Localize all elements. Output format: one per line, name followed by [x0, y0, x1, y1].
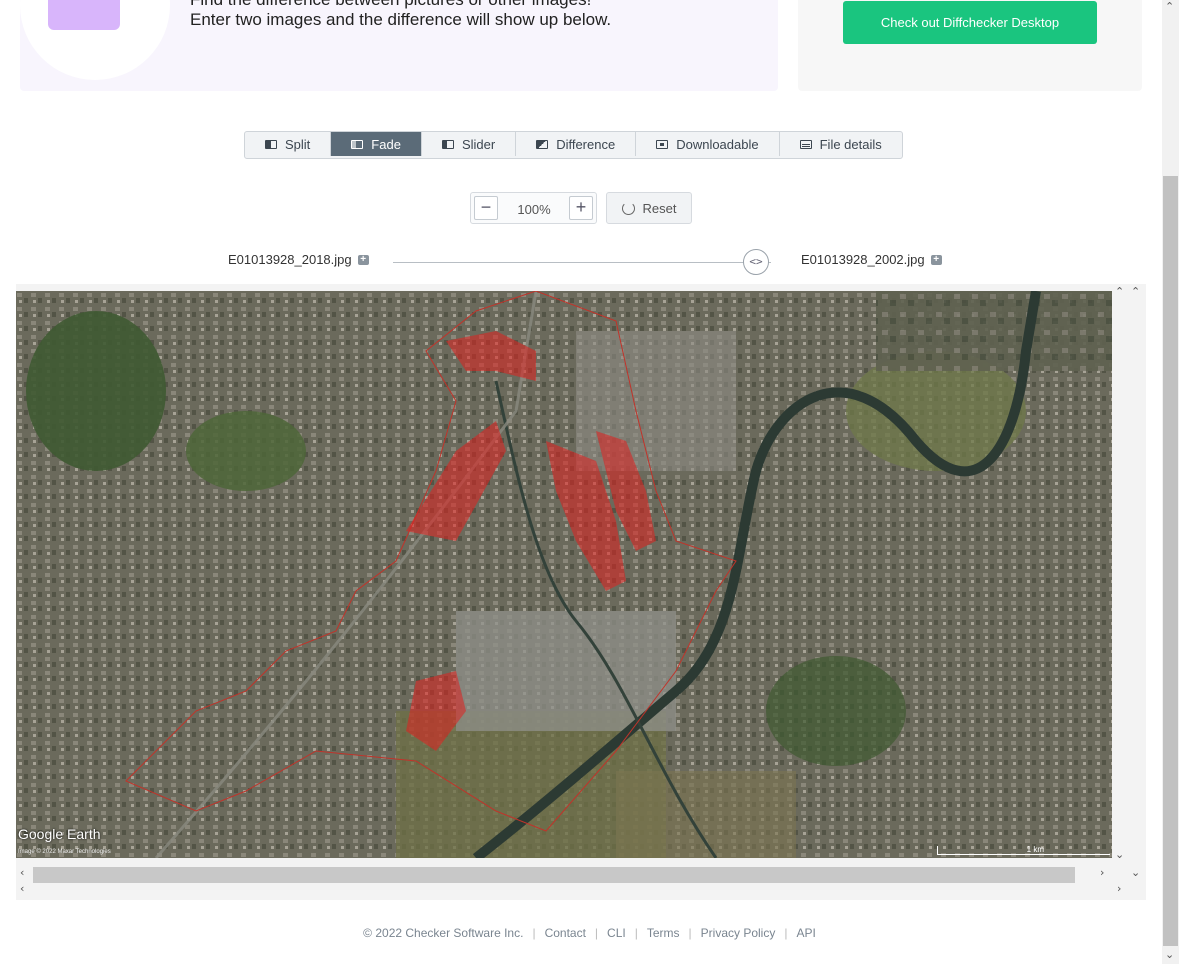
tab-label: File details — [819, 136, 882, 152]
slider-view-icon — [441, 139, 454, 149]
footer-link-api[interactable]: API — [787, 926, 824, 940]
tab-label: Difference — [556, 136, 616, 152]
page-scrollbar-thumb[interactable] — [1163, 176, 1178, 946]
tab-slider[interactable]: Slider — [422, 132, 517, 156]
image-icon-front — [48, 0, 120, 30]
google-earth-logo: Google Earth — [18, 826, 101, 842]
scroll-left-icon[interactable]: ‹ — [20, 866, 24, 879]
scroll-up-icon[interactable]: ⌃ — [1165, 0, 1174, 13]
satellite-image — [16, 291, 1112, 858]
add-file-icon[interactable]: + — [357, 254, 369, 265]
tab-difference[interactable]: Difference — [516, 132, 637, 156]
copyright-text: © 2022 Checker Software Inc. — [363, 926, 524, 940]
reset-zoom-button[interactable]: Reset — [606, 192, 692, 224]
footer-link-cli[interactable]: CLI — [598, 926, 635, 940]
hero-line-1: Find the difference between pictures or … — [190, 0, 611, 10]
tab-label: Downloadable — [676, 136, 759, 152]
zoom-out-button[interactable]: − — [474, 196, 498, 220]
footer-link-terms[interactable]: Terms — [638, 926, 689, 940]
scroll-right-icon[interactable]: › — [1100, 866, 1104, 879]
horizontal-scrollbar[interactable] — [33, 867, 1075, 883]
tab-label: Split — [285, 136, 311, 152]
footer-link-contact[interactable]: Contact — [536, 926, 595, 940]
scroll-up-icon[interactable]: ⌃ — [1131, 285, 1140, 298]
downloadable-view-icon — [656, 139, 669, 149]
reset-label: Reset — [642, 200, 677, 216]
footer-link-privacy[interactable]: Privacy Policy — [692, 926, 785, 940]
desktop-cta-button[interactable]: Check out Diffchecker Desktop — [843, 1, 1097, 44]
fade-slider-track[interactable] — [393, 262, 771, 263]
zoom-level: 100% — [517, 202, 551, 217]
zoom-in-button[interactable]: + — [569, 196, 593, 220]
hero-description: Find the difference between pictures or … — [190, 0, 611, 30]
tab-downloadable[interactable]: Downloadable — [636, 132, 780, 156]
scale-bar — [937, 846, 1110, 855]
fade-view-icon — [351, 139, 364, 149]
reset-icon — [621, 201, 635, 215]
comparison-image[interactable]: Google Earth Image © 2022 Maxar Technolo… — [16, 291, 1112, 858]
desktop-promo-panel: Check out Diffchecker Desktop — [798, 0, 1142, 91]
right-file-name: E01013928_2002.jpg + — [801, 252, 942, 267]
tab-fade[interactable]: Fade — [331, 132, 422, 156]
scroll-down-icon[interactable]: ⌄ — [1115, 848, 1124, 861]
tab-label: Slider — [461, 136, 496, 152]
zoom-control: − 100% + — [470, 192, 597, 224]
scroll-down-icon[interactable]: ⌄ — [1165, 948, 1174, 961]
scroll-down-icon[interactable]: ⌄ — [1131, 866, 1140, 879]
tab-file-details[interactable]: File details — [780, 132, 902, 156]
file-details-icon — [799, 139, 812, 149]
fade-slider-handle[interactable]: <> — [743, 249, 769, 275]
left-file-name: E01013928_2018.jpg + — [228, 252, 369, 267]
scroll-left-icon[interactable]: ‹ — [20, 882, 24, 895]
tab-split[interactable]: Split — [245, 132, 332, 156]
hero-line-2: Enter two images and the difference will… — [190, 10, 612, 29]
scroll-right-icon[interactable]: › — [1117, 882, 1121, 895]
footer: © 2022 Checker Software Inc. | Contact | CLI… — [0, 926, 1179, 940]
difference-view-icon — [536, 139, 549, 149]
image-attribution: Image © 2022 Maxar Technologies — [18, 849, 111, 855]
view-mode-tabs: Split Fade Slider Difference Downloadabl… — [244, 131, 903, 159]
scroll-up-icon[interactable]: ⌃ — [1115, 285, 1124, 298]
left-file-label: E01013928_2018.jpg — [228, 252, 352, 267]
add-file-icon[interactable]: + — [930, 254, 942, 265]
tab-label: Fade — [371, 136, 401, 152]
scale-label: 1 km — [1026, 845, 1044, 854]
split-view-icon — [265, 139, 277, 149]
right-file-label: E01013928_2002.jpg — [801, 252, 925, 267]
